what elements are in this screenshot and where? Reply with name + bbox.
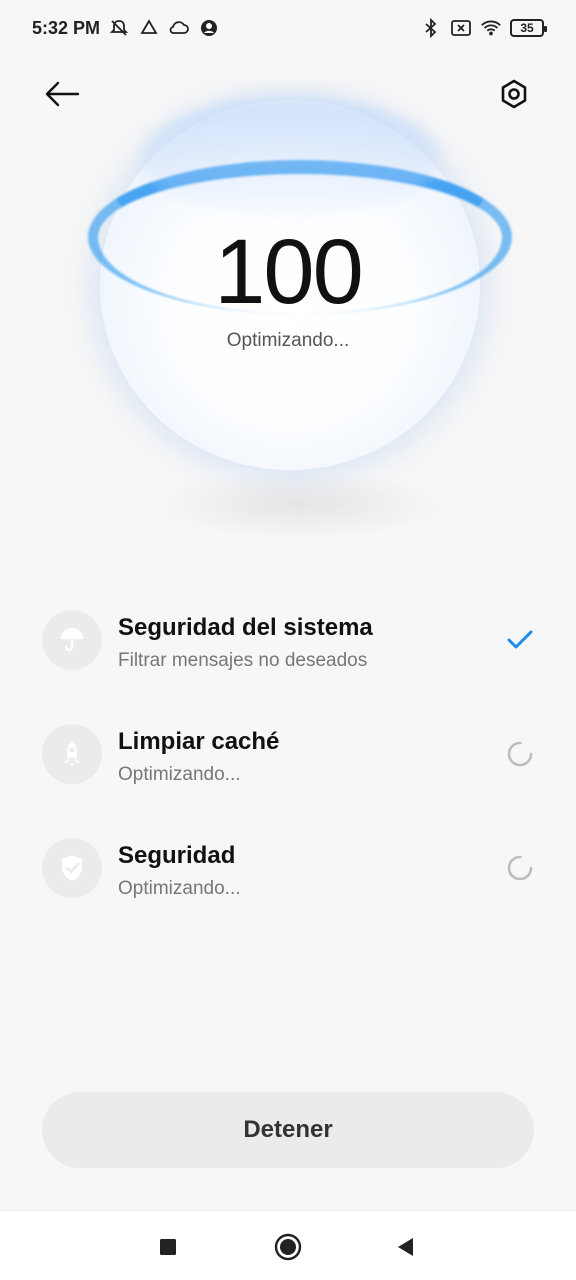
item-title: Seguridad del sistema	[118, 614, 373, 641]
wifi-icon	[480, 17, 502, 39]
battery-indicator: 35	[510, 19, 547, 37]
loading-spinner-icon	[504, 852, 536, 884]
alarm-off-icon	[108, 17, 130, 39]
optimization-list: Seguridad del sistema Filtrar mensajes n…	[0, 580, 576, 922]
score-value: 100	[214, 221, 364, 323]
stop-button[interactable]: Detener	[42, 1092, 534, 1168]
account-icon	[198, 17, 220, 39]
bluetooth-icon	[420, 17, 442, 39]
list-item-security: Seguridad Optimizando...	[0, 808, 576, 922]
status-left: 5:32 PM	[32, 17, 220, 39]
umbrella-icon	[42, 610, 102, 670]
item-subtitle: Optimizando...	[118, 878, 241, 899]
item-title: Seguridad	[118, 842, 236, 869]
back-nav-button[interactable]	[390, 1231, 422, 1263]
recents-button[interactable]	[152, 1231, 184, 1263]
cloud-icon	[168, 17, 190, 39]
rocket-icon	[42, 724, 102, 784]
status-bar: 5:32 PM 35	[0, 0, 576, 56]
list-item-clear-cache: Limpiar caché Optimizando...	[0, 694, 576, 808]
square-icon	[160, 1239, 176, 1255]
score-status: Optimizando...	[226, 330, 350, 351]
status-right: 35	[420, 17, 547, 39]
navigation-bar	[0, 1210, 576, 1280]
shield-check-icon	[42, 838, 102, 898]
item-subtitle: Optimizando...	[118, 764, 241, 785]
item-title: Limpiar caché	[118, 728, 280, 755]
drive-icon	[138, 17, 160, 39]
sim-off-icon	[450, 17, 472, 39]
check-icon	[504, 624, 536, 656]
status-time: 5:32 PM	[32, 17, 101, 38]
triangle-back-icon	[398, 1238, 413, 1256]
list-item-system-security: Seguridad del sistema Filtrar mensajes n…	[0, 580, 576, 694]
loading-spinner-icon	[504, 738, 536, 770]
home-button[interactable]	[272, 1231, 304, 1263]
sphere-shadow	[150, 470, 450, 540]
item-subtitle: Filtrar mensajes no deseados	[118, 650, 368, 671]
optimization-hero: 100 Optimizando...	[0, 80, 576, 580]
circle-icon	[274, 1233, 302, 1261]
